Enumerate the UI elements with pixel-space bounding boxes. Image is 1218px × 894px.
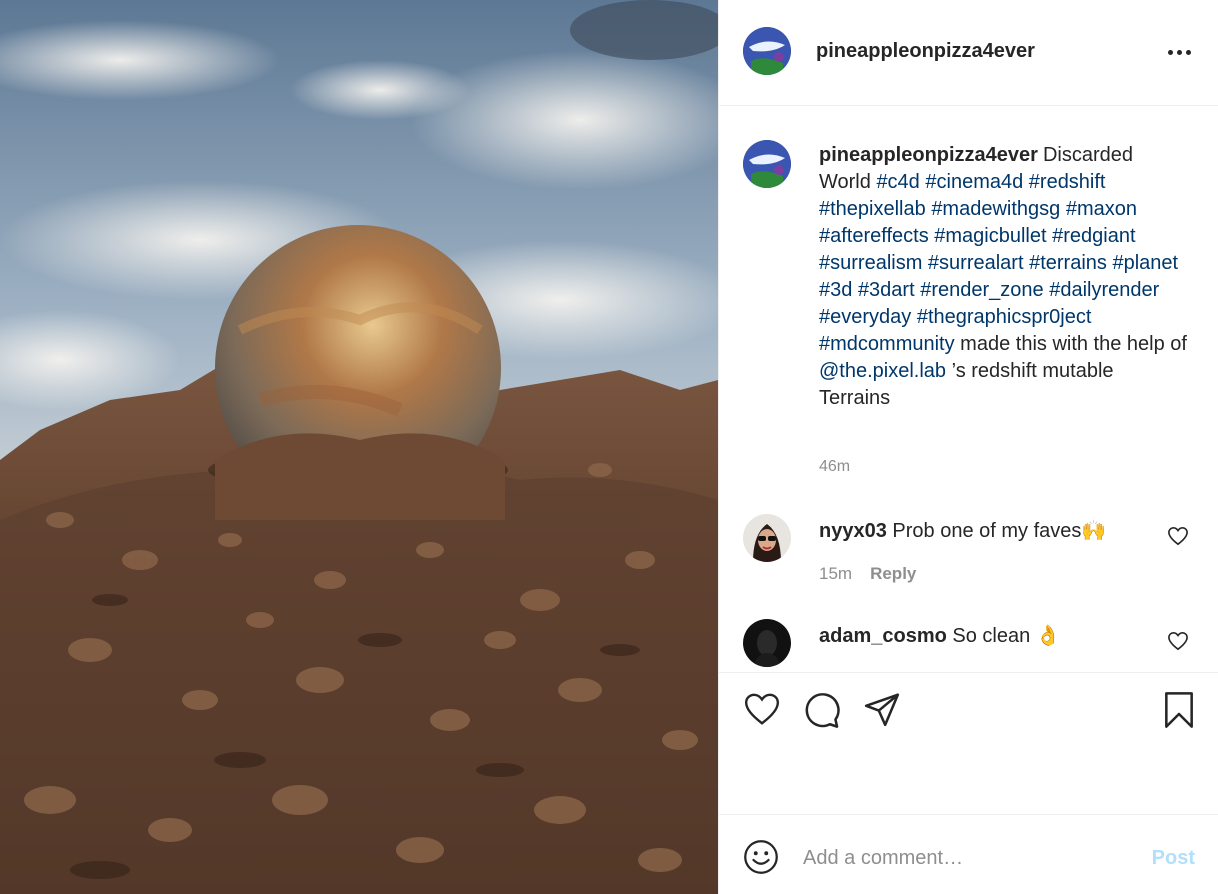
avatar[interactable] <box>743 27 791 75</box>
post-side-panel: pineappleonpizza4ever pineappleonpizza4e… <box>718 0 1218 894</box>
add-comment-bar: Post <box>719 814 1218 894</box>
comment-icon[interactable] <box>803 691 841 729</box>
hashtag-link[interactable]: #surrealism <box>819 252 922 274</box>
hashtag-link[interactable]: #3d <box>819 279 852 301</box>
avatar[interactable] <box>743 619 791 667</box>
comment-item: nyyx03 Prob one of my faves🙌 15m Reply <box>719 514 1218 604</box>
comment-text: adam_cosmo So clean 👌 <box>819 623 1061 649</box>
heart-icon[interactable] <box>743 691 781 727</box>
hashtag-link[interactable]: #c4d <box>876 171 919 193</box>
hashtag-link[interactable]: #render_zone <box>920 279 1043 301</box>
more-icon[interactable] <box>1161 40 1197 64</box>
caption-text: made this with the help of <box>960 333 1187 355</box>
comment-item: adam_cosmo So clean 👌 <box>719 619 1218 669</box>
avatar[interactable] <box>743 140 791 188</box>
paper-plane-icon[interactable] <box>863 691 901 727</box>
hashtag-link[interactable]: #aftereffects <box>819 225 929 247</box>
post-timestamp[interactable]: 46m <box>819 458 850 476</box>
comment-body: So clean 👌 <box>952 625 1061 647</box>
comment-username[interactable]: adam_cosmo <box>819 625 947 647</box>
hashtag-link[interactable]: #maxon <box>1066 198 1137 220</box>
post-header: pineappleonpizza4ever <box>719 0 1218 106</box>
bookmark-icon[interactable] <box>1161 691 1197 729</box>
hashtag-link[interactable]: #thegraphicspr0ject <box>917 306 1092 328</box>
hashtag-link[interactable]: #redshift <box>1029 171 1106 193</box>
hashtag-link[interactable]: #3dart <box>858 279 915 301</box>
hashtag-link[interactable]: #magicbullet <box>934 225 1046 247</box>
hashtag-link[interactable]: #cinema4d <box>925 171 1023 193</box>
heart-icon[interactable] <box>1167 526 1189 546</box>
hashtag-link[interactable]: #surrealart <box>928 252 1024 274</box>
reply-button[interactable]: Reply <box>870 564 916 583</box>
heart-icon[interactable] <box>1167 631 1189 651</box>
post-caption: pineappleonpizza4ever Discarded World #c4… <box>819 142 1189 412</box>
post-username[interactable]: pineappleonpizza4ever <box>816 40 1035 63</box>
post-button[interactable]: Post <box>1152 847 1195 870</box>
comment-meta: 15m Reply <box>819 564 916 584</box>
hashtag-link[interactable]: #planet <box>1112 252 1178 274</box>
comment-timestamp[interactable]: 15m <box>819 564 852 583</box>
avatar[interactable] <box>743 514 791 562</box>
comment-input[interactable] <box>803 841 1123 875</box>
comment-body: Prob one of my faves🙌 <box>892 520 1107 542</box>
hashtag-link[interactable]: #thepixellab <box>819 198 926 220</box>
post-actions <box>719 672 1218 814</box>
hashtag-link[interactable]: #everyday <box>819 306 911 328</box>
mention-link[interactable]: @the.pixel.lab <box>819 360 946 382</box>
hashtag-link[interactable]: #mdcommunity <box>819 333 955 355</box>
comment-text: nyyx03 Prob one of my faves🙌 <box>819 518 1106 544</box>
comment-username[interactable]: nyyx03 <box>819 520 887 542</box>
emoji-icon[interactable] <box>743 839 779 875</box>
post-image[interactable] <box>0 0 718 894</box>
caption-username[interactable]: pineappleonpizza4ever <box>819 144 1038 166</box>
hashtag-link[interactable]: #madewithgsg <box>931 198 1060 220</box>
hashtag-link[interactable]: #redgiant <box>1052 225 1135 247</box>
hashtag-link[interactable]: #terrains <box>1029 252 1107 274</box>
hashtag-link[interactable]: #dailyrender <box>1049 279 1159 301</box>
